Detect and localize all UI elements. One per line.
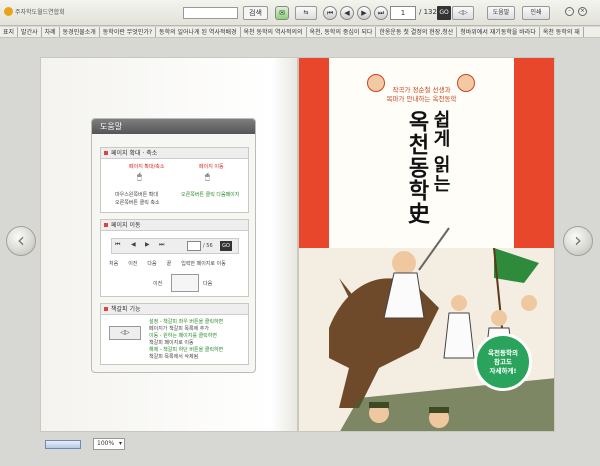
chevron-down-icon: ▾	[118, 440, 122, 447]
app-title: 주자학도월드연합회	[15, 9, 65, 16]
minimize-icon[interactable]: –	[565, 7, 574, 16]
right-page-cover: 작곡가 정순철 선생과 목마가 안내하는 옥천동학 쉽게 읽는 옥천동학史 옥천…	[298, 57, 555, 432]
prev-spread-button[interactable]: ‹	[6, 226, 36, 256]
toggle-view-button[interactable]: ⇆	[295, 6, 317, 20]
demo-page-total: / 56	[203, 243, 213, 249]
nav-demo-label: 처음	[109, 261, 119, 267]
nav-demo-label: 다음	[147, 261, 157, 267]
zoom-select[interactable]: 100% ▾	[93, 438, 125, 450]
nav-demo-labels: 처음 이전 다음 끝 입력한 페이지로 이동	[109, 260, 226, 267]
help-panel: 도움말 페이지 확대 · 축소 페이지 확대/축소 페이지 이동 🖱 🖱 마우스…	[91, 118, 256, 373]
toc-item[interactable]: 옥천, 동학의 중심이 되다	[307, 27, 377, 37]
print-button[interactable]: 인쇄	[522, 6, 550, 20]
cover-subtitle-line2: 목마가 안내하는 옥천동학	[386, 95, 457, 103]
cover-subtitle-line1: 작곡가 정순철 선생과	[392, 86, 451, 94]
mouse-icon: 🖱	[205, 172, 210, 181]
bookmark-demo	[171, 274, 199, 292]
zoom-label: 페이지 확대/축소	[129, 164, 165, 170]
zoom-desc-1: 마우스왼쪽버튼 확대	[115, 192, 158, 198]
cover-subtitle: 작곡가 정순철 선생과 목마가 안내하는 옥천동학	[329, 86, 514, 104]
next-spread-button[interactable]: ›	[563, 226, 593, 256]
help-button[interactable]: 도움말	[487, 6, 515, 20]
toc-item[interactable]: 표지	[0, 27, 19, 37]
top-toolbar: 주자학도월드연합회 검색 ✉ ⇆ ⏮ ◀ ▶ ⏭ 1 / 132 GO ◁▷ 도…	[0, 0, 600, 26]
flipbook: 도움말 페이지 확대 · 축소 페이지 확대/축소 페이지 이동 🖱 🖱 마우스…	[40, 57, 555, 432]
help-section-title: 페이지 이동	[101, 220, 248, 231]
cover-illustration	[299, 227, 554, 431]
help-section-bookmark: 책갈피 기능 ◁▷ 설정 - 책갈피 좌우 버튼을 클릭하면 페이지가 책갈피 목…	[100, 303, 249, 365]
go-button[interactable]: GO	[437, 6, 451, 20]
demo-prev-label: 이전	[153, 281, 163, 287]
help-section-navigate: 페이지 이동 ⏮ ◀ ▶ ⏭ / 56 GO 처음 이전 다음 끝 입력한 페이지로 이…	[100, 219, 249, 297]
prev-page-icon: ◀	[131, 241, 136, 248]
bookmark-toggle[interactable]: ◁▷	[452, 6, 474, 20]
comment-icon[interactable]: ✉	[275, 6, 289, 20]
zoom-desc-2: 오른쪽버튼 클릭 축소	[115, 200, 160, 206]
left-page: 도움말 페이지 확대 · 축소 페이지 확대/축소 페이지 이동 🖱 🖱 마우스…	[40, 57, 298, 432]
badge-line2: 참고도	[494, 357, 512, 366]
bookmark-icon: ◁▷	[109, 326, 141, 340]
prev-page-icon[interactable]: ◀	[340, 6, 354, 20]
toc-item[interactable]: 동경인물소개	[60, 27, 100, 37]
bookmark-desc-line: 설정 - 책갈피 좌우 버튼을 클릭하면	[149, 319, 224, 325]
first-page-icon: ⏮	[115, 241, 121, 248]
help-section-title: 책갈피 기능	[101, 304, 248, 315]
demo-go: GO	[220, 241, 232, 251]
page-total: / 132	[419, 8, 437, 16]
help-title: 도움말	[92, 119, 255, 134]
toc-item[interactable]: 동학의 일어나게 된 역사적배경	[156, 27, 241, 37]
last-page-icon[interactable]: ⏭	[374, 6, 388, 20]
search-input[interactable]	[183, 7, 238, 19]
first-page-icon[interactable]: ⏮	[323, 6, 337, 20]
bookmark-desc-line: 페이지가 책갈피 목록에 추가	[149, 326, 209, 332]
bookmark-desc-line: 해제 - 책갈피 하단 버튼을 클릭하면	[149, 347, 224, 353]
nav-demo-label: 입력한 페이지로 이동	[181, 261, 226, 267]
toc-item[interactable]: 옥천 동학의 역사적의의	[241, 27, 307, 37]
next-page-icon[interactable]: ▶	[357, 6, 371, 20]
badge-line1: 옥천동학의	[488, 348, 518, 357]
move-label: 페이지 이동	[199, 164, 224, 170]
search-button[interactable]: 검색	[243, 6, 268, 20]
toc-item[interactable]: 발간사	[18, 27, 42, 37]
nav-demo-label: 끝	[166, 261, 172, 267]
app-logo: 주자학도월드연합회	[4, 7, 65, 16]
move-desc: 오른쪽버튼 클릭 다음페이지	[181, 192, 240, 198]
last-page-icon: ⏭	[159, 241, 165, 248]
toc-item[interactable]: 청바위에서 재기동학을 바라다	[457, 27, 540, 37]
next-page-icon: ▶	[145, 241, 150, 248]
demo-next-label: 다음	[203, 281, 213, 287]
zoom-value: 100%	[97, 440, 115, 447]
bookmark-desc-line: 책갈피 페이지로 이동	[149, 340, 194, 346]
toc-bar: 표지 발간사 차례 동경인물소개 동학이란 무엇인가? 동학의 일어나게 된 역사적배경 옥…	[0, 27, 600, 38]
cover-badge: 옥천동학의 참고도 자세하게!	[474, 333, 532, 391]
help-section-title: 페이지 확대 · 축소	[101, 148, 248, 159]
bookmark-desc-line: 책갈피 목록에서 삭제됨	[149, 354, 199, 360]
nav-demo-label: 이전	[128, 261, 138, 267]
bottom-bar: 100% ▾	[0, 436, 600, 466]
thumbnail-view-button[interactable]	[45, 440, 81, 449]
page-number-input[interactable]: 1	[390, 6, 416, 20]
badge-line3: 자세하게!	[489, 366, 517, 375]
bookmark-desc-line: 이동 - 원하는 페이지를 클릭하면	[149, 333, 217, 339]
bookmark-desc: 설정 - 책갈피 좌우 버튼을 클릭하면 페이지가 책갈피 목록에 추가 이동 - …	[149, 319, 223, 361]
toc-item[interactable]: 차례	[42, 27, 60, 37]
logo-icon	[4, 7, 13, 16]
help-section-zoom: 페이지 확대 · 축소 페이지 확대/축소 페이지 이동 🖱 🖱 마우스왼쪽버튼…	[100, 147, 249, 213]
close-icon[interactable]: ×	[578, 7, 587, 16]
page-input-demo	[187, 241, 201, 251]
toc-item[interactable]: 한옹운동 첫 결정의 현장,청산	[376, 27, 458, 37]
mouse-icon: 🖱	[137, 172, 142, 181]
toc-item[interactable]: 동학이란 무엇인가?	[100, 27, 157, 37]
toc-item[interactable]: 옥천 동학의 재	[540, 27, 584, 37]
